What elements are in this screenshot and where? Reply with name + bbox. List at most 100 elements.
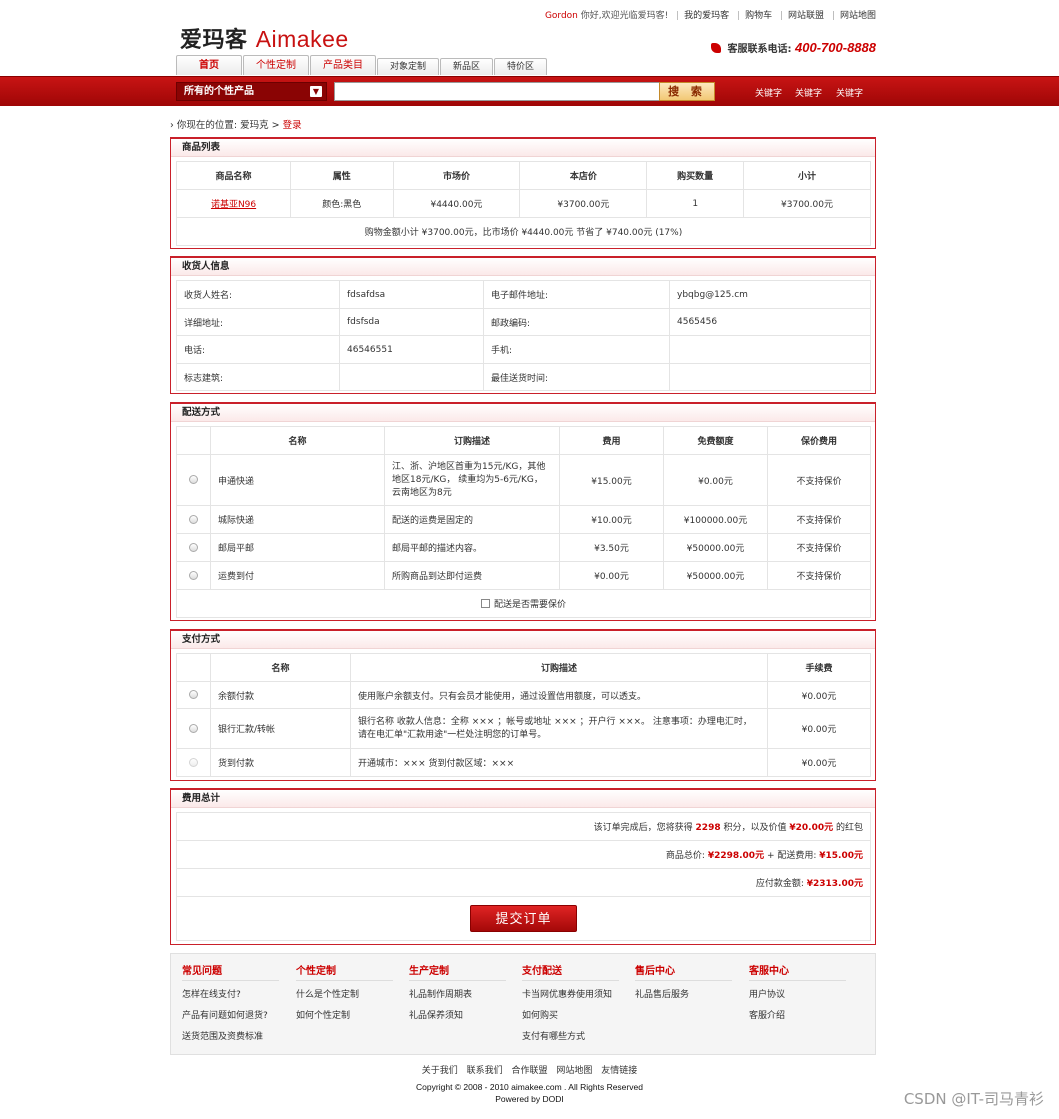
footer-link[interactable]: 礼品制作周期表 [409,990,472,1000]
panel-title: 费用总计 [171,790,875,808]
field-label: 收货人姓名: [176,280,340,309]
breadcrumb: › 你现在的位置: 爱玛克 > 登录 [170,120,302,131]
footer-nav-link[interactable]: 联系我们 [467,1066,503,1076]
my-account-link[interactable]: 我的爱玛客 [684,11,729,21]
market-price: ¥4440.00元 [392,189,521,218]
footer-nav-link[interactable]: 关于我们 [422,1066,458,1076]
points-text: 的红包 [835,823,863,833]
tab-sale[interactable]: 特价区 [494,58,548,75]
shipping-fee: ¥0.00元 [559,561,664,590]
footer-nav-link[interactable]: 友情链接 [601,1066,637,1076]
breadcrumb-home[interactable]: 爱玛克 [240,120,269,131]
totals-table: 该订单完成后，您将获得 2298 积分，以及价值 ¥20.00元 的红包 商品总… [176,812,871,941]
sitemap-link[interactable]: 网站地图 [840,11,876,21]
payable-label: 应付款金额: [755,879,804,889]
footer-link[interactable]: 如何个性定制 [296,1011,350,1021]
chevron-down-icon: ▼ [310,86,322,97]
keyword-link[interactable]: 关键字 [795,86,822,99]
alliance-link[interactable]: 网站联盟 [788,11,824,21]
footer-column-title: 售后中心 [635,962,732,981]
totals-panel: 费用总计 该订单完成后，您将获得 2298 积分，以及价值 ¥20.00元 的红… [170,788,876,945]
payment-panel: 支付方式 名称 订购描述 手续费 余额付款 使用账户余额支付。只有会员才能使用，… [170,629,876,781]
tab-categories[interactable]: 产品类目 [310,55,376,75]
footer-link[interactable]: 送货范围及资费标准 [182,1032,263,1042]
footer-column: 生产定制 礼品制作周期表 礼品保养须知 [409,962,509,1027]
payment-radio[interactable] [189,690,198,699]
table-row: 货到付款 开通城市：××× 货到付款区域：××× ¥0.00元 [176,748,871,777]
watermark: CSDN @IT-司马青衫 [903,1090,1044,1108]
footer-link[interactable]: 礼品售后服务 [635,990,689,1000]
table-header-row: 名称 订购描述 费用 免费额度 保价费用 [176,426,871,455]
footer-help: 常见问题 怎样在线支付? 产品有问题如何退货? 送货范围及资费标准 个性定制 什… [170,953,876,1055]
insure-option: 配送是否需要保价 [176,589,871,618]
table-row: 余额付款 使用账户余额支付。只有会员才能使用，通过设置信用额度，可以透支。 ¥0… [176,681,871,709]
footer-link[interactable]: 如何购买 [522,1011,558,1021]
shipping-name: 邮局平邮 [210,533,385,562]
breadcrumb-arrow-icon: › [170,120,174,131]
table-row: 商品总价: ¥2298.00元 + 配送费用: ¥15.00元 [176,840,871,869]
col-header: 名称 [210,426,385,455]
footer-column: 支付配送 卡当网优惠券使用须知 如何购买 支付有哪些方式 [522,962,622,1048]
footer-link[interactable]: 礼品保养须知 [409,1011,463,1021]
goods-summary: 购物金额小计 ¥3700.00元，比市场价 ¥4440.00元 节省了 ¥740… [176,217,871,246]
product-link[interactable]: 诺基亚N96 [211,200,256,210]
field-value [669,335,871,364]
tab-new[interactable]: 新品区 [440,58,494,75]
payment-name: 货到付款 [210,748,351,777]
submit-order-button[interactable]: 提交订单 [470,905,577,932]
field-value: 46546551 [339,335,484,364]
field-label: 电话: [176,335,340,364]
col-header: 小计 [743,161,871,190]
insure-checkbox[interactable] [480,599,490,608]
table-header-row: 商品名称 属性 市场价 本店价 购买数量 小计 [175,161,871,190]
shipping-name: 申通快递 [210,454,385,506]
category-select[interactable]: 所有的个性产品 ▼ [176,82,327,101]
shipping-radio[interactable] [189,475,198,484]
tab-custom[interactable]: 个性定制 [243,55,309,75]
footer-nav-link[interactable]: 网站地图 [556,1066,592,1076]
phone-icon [711,43,722,53]
points-text: 积分，以及价值 [723,823,787,833]
search-button[interactable]: 搜 索 [659,82,715,101]
site-logo[interactable]: 爱玛客 Aimakee [180,22,349,54]
table-row: 该订单完成后，您将获得 2298 积分，以及价值 ¥20.00元 的红包 [176,812,871,841]
footer-link[interactable]: 产品有问题如何退货? [182,1011,268,1021]
keyword-link[interactable]: 关键字 [836,86,863,99]
shipping-insure: 不支持保价 [767,561,871,590]
product-attr: 颜色:黑色 [290,189,394,218]
payment-radio[interactable] [189,757,198,767]
tab-object-custom[interactable]: 对象定制 [377,58,440,75]
footer-nav-link[interactable]: 合作联盟 [511,1066,547,1076]
shipping-radio[interactable] [189,570,198,580]
footer-link[interactable]: 怎样在线支付? [182,990,241,1000]
footer-link[interactable]: 卡当网优惠券使用须知 [522,990,612,1000]
shipping-radio[interactable] [189,542,198,552]
footer-link[interactable]: 客服介绍 [749,1011,785,1021]
table-header-row: 名称 订购描述 手续费 [176,653,871,682]
shipping-fee: ¥10.00元 [559,505,664,534]
main-nav: 首页 个性定制 产品类目 对象定制 新品区 特价区 [176,55,548,76]
payment-name: 余额付款 [210,681,351,709]
footer-column-title: 支付配送 [522,962,619,981]
breadcrumb-current[interactable]: 登录 [283,120,302,131]
tab-home[interactable]: 首页 [176,55,242,75]
footer-link[interactable]: 什么是个性定制 [296,990,359,1000]
footer-link[interactable]: 用户协议 [749,990,785,1000]
keyword-link[interactable]: 关键字 [755,86,782,99]
search-input[interactable] [334,82,660,101]
logo-en: Aimakee [255,26,349,52]
shipping-radio[interactable] [189,514,198,524]
field-label: 标志建筑: [176,363,340,391]
col-header: 购买数量 [646,161,745,190]
panel-title: 收货人信息 [171,258,875,276]
username-link[interactable]: Gordon [545,11,578,21]
cart-link[interactable]: 购物车 [745,11,772,21]
payment-radio[interactable] [189,723,198,733]
footer-link[interactable]: 支付有哪些方式 [522,1032,585,1042]
insure-label: 配送是否需要保价 [493,600,566,610]
field-label: 详细地址: [176,308,340,336]
shipping-name: 城际快递 [210,505,385,534]
col-header: 订购描述 [350,653,768,682]
shipping-name: 运费到付 [210,561,385,590]
shipping-free: ¥100000.00元 [663,505,768,534]
